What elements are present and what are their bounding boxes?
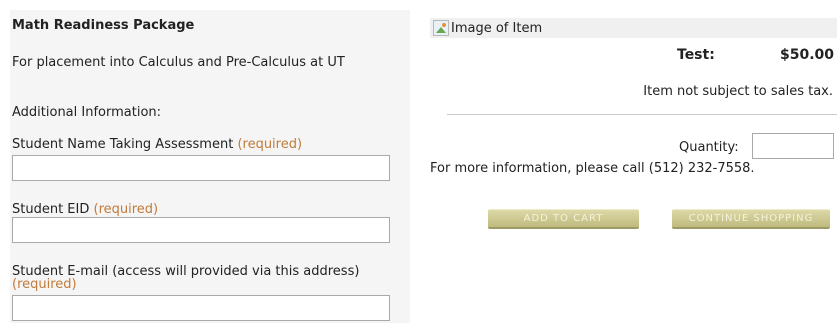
student-eid-label: Student EID (required) — [12, 203, 158, 216]
broken-image-icon — [433, 20, 449, 36]
required-note: (required) — [93, 202, 159, 217]
required-note: (required) — [12, 277, 77, 292]
tax-note: Item not subject to sales tax. — [643, 84, 833, 99]
student-eid-input[interactable] — [12, 217, 390, 243]
price-label: Test: — [677, 47, 715, 63]
student-email-input[interactable] — [12, 295, 390, 321]
student-name-label-text: Student Name Taking Assessment — [12, 137, 234, 152]
quantity-input[interactable] — [752, 133, 834, 159]
product-form-panel: Math Readiness Package For placement int… — [10, 10, 410, 323]
contact-info: For more information, please call (512) … — [430, 161, 755, 176]
product-description: For placement into Calculus and Pre-Calc… — [12, 55, 345, 70]
item-image-alt-text: Image of Item — [451, 20, 543, 36]
continue-shopping-button[interactable]: CONTINUE SHOPPING — [672, 209, 830, 229]
quantity-label: Quantity: — [679, 140, 739, 155]
student-name-input[interactable] — [12, 155, 390, 181]
student-eid-label-text: Student EID — [12, 202, 90, 217]
product-title: Math Readiness Package — [12, 18, 195, 33]
divider — [447, 114, 837, 115]
student-email-label: Student E-mail (access will provided via… — [12, 265, 359, 291]
add-to-cart-button[interactable]: ADD TO CART — [488, 209, 639, 229]
additional-info-heading: Additional Information: — [12, 105, 162, 120]
required-note: (required) — [237, 137, 303, 152]
price-value: $50.00 — [780, 47, 835, 63]
student-name-label: Student Name Taking Assessment (required… — [12, 138, 302, 151]
item-image: Image of Item — [430, 18, 837, 38]
